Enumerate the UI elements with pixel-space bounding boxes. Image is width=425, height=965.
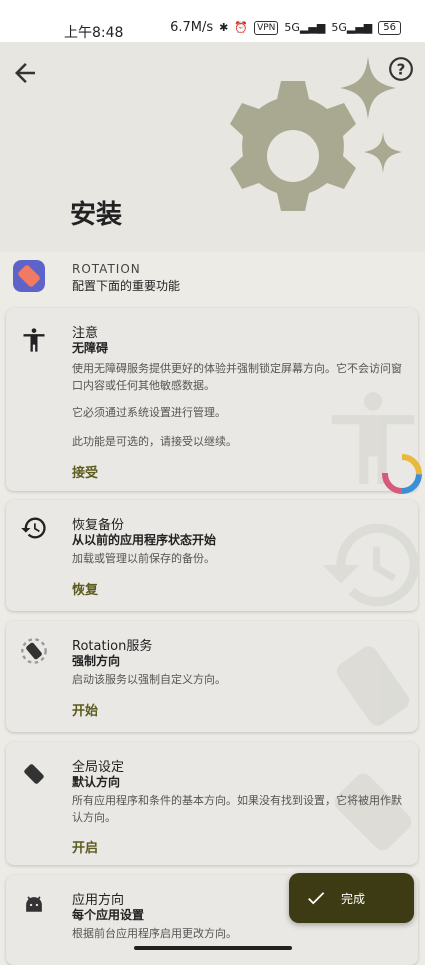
card-description: 所有应用程序和条件的基本方向。如果没有找到设置，它将被用作默认方向。 — [72, 794, 402, 824]
card-description-3: 此功能是可选的，请接受以继续。 — [72, 435, 237, 448]
vpn-badge: VPN — [254, 20, 279, 35]
app-logo-icon — [13, 260, 45, 292]
card-description-2: 它必须通过系统设置进行管理。 — [72, 406, 226, 419]
check-icon — [308, 892, 325, 905]
progress-ring-icon — [382, 454, 422, 494]
card-subtitle: 每个应用设置 — [72, 908, 145, 922]
accessibility-icon — [23, 328, 45, 352]
alarm-icon: ⏰ — [234, 21, 249, 34]
done-label: 完成 — [341, 892, 366, 906]
bluetooth-icon: ✱ — [219, 21, 229, 34]
signal-icon: 5G▂▄▆ — [284, 21, 326, 34]
card-global-settings: 全局设定 默认方向 所有应用程序和条件的基本方向。如果没有找到设置，它将被用作默… — [6, 742, 418, 865]
card-subtitle: 无障碍 — [72, 341, 109, 355]
card-subtitle: 从以前的应用程序状态开始 — [72, 533, 217, 547]
battery-icon: 56 — [378, 20, 401, 35]
history-icon — [21, 517, 46, 539]
card-subtitle: 强制方向 — [72, 654, 121, 668]
start-button[interactable]: 开始 — [72, 700, 98, 719]
done-button[interactable]: 完成 — [289, 873, 414, 923]
app-name: ROTATION — [72, 262, 141, 276]
enable-button[interactable]: 开启 — [72, 837, 98, 856]
card-description: 加载或管理以前保存的备份。 — [72, 552, 215, 565]
card-description: 根据前台应用程序启用更改方向。 — [72, 927, 237, 940]
status-time: 上午8:48 — [64, 25, 124, 41]
signal-icon-2: 5G▂▄▆ — [331, 21, 373, 34]
card-accessibility: 注意 无障碍 使用无障碍服务提供更好的体验并强制锁定屏幕方向。它不会访问窗口内容… — [6, 308, 418, 491]
android-icon — [26, 896, 42, 912]
phone-rotation-icon — [24, 764, 44, 784]
card-subtitle: 默认方向 — [72, 775, 121, 789]
gesture-nav-bar[interactable] — [134, 946, 292, 950]
settings-gear-illustration — [230, 56, 402, 211]
status-icons: 6.7M/s ✱ ⏰ VPN 5G▂▄▆ 5G▂▄▆ 56 — [170, 20, 401, 35]
card-restore: 恢复备份 从以前的应用程序状态开始 加载或管理以前保存的备份。 恢复 — [6, 500, 418, 611]
card-description: 使用无障碍服务提供更好的体验并强制锁定屏幕方向。它不会访问窗口内容或任何其他敏感… — [72, 362, 402, 392]
accept-button[interactable]: 接受 — [72, 462, 98, 481]
card-description: 启动该服务以强制自定义方向。 — [72, 673, 226, 686]
network-speed: 6.7M/s — [170, 20, 214, 35]
status-bar: 上午8:48 6.7M/s ✱ ⏰ VPN 5G▂▄▆ 5G▂▄▆ 56 — [0, 0, 425, 42]
app-subtitle: 配置下面的重要功能 — [72, 279, 181, 293]
service-rotation-icon — [21, 638, 47, 664]
restore-button[interactable]: 恢复 — [72, 579, 98, 598]
back-arrow-icon[interactable] — [10, 58, 40, 88]
card-service: Rotation服务 强制方向 启动该服务以强制自定义方向。 开始 — [6, 621, 418, 732]
page-title: 安装 — [70, 200, 123, 230]
